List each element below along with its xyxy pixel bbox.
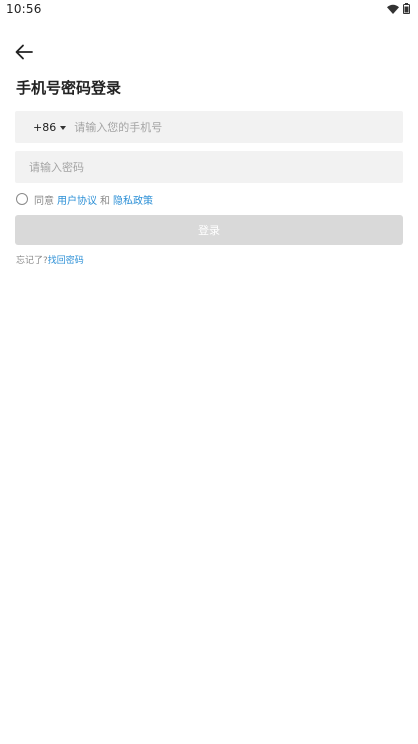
caret-down-icon — [60, 125, 67, 130]
password-field — [15, 151, 403, 183]
recover-password-link[interactable]: 找回密码 — [48, 256, 84, 266]
agreement-prefix: 同意 — [34, 195, 54, 207]
user-agreement-link[interactable]: 用户协议 — [57, 192, 97, 207]
forgot-password-row: 忘记了?找回密码 — [16, 253, 84, 266]
agreement-and: 和 — [100, 195, 110, 207]
password-input[interactable] — [29, 151, 403, 183]
forgot-prefix: 忘记了? — [16, 256, 48, 266]
back-button[interactable] — [12, 42, 36, 66]
agreement-checkbox[interactable] — [16, 193, 28, 205]
arrow-left-icon — [15, 44, 33, 64]
page-title: 手机号密码登录 — [16, 79, 122, 97]
status-time: 10:56 — [6, 2, 42, 16]
phone-field: +86 — [15, 111, 403, 143]
status-bar: 10:56 — [0, 0, 418, 20]
country-code-selector[interactable]: +86 — [33, 120, 67, 134]
country-code-label: +86 — [33, 120, 57, 134]
status-icons — [387, 3, 410, 14]
wifi-icon — [387, 4, 399, 14]
agreement-row: 同意 用户协议 和 隐私政策 — [16, 192, 153, 207]
privacy-policy-link[interactable]: 隐私政策 — [113, 192, 153, 207]
phone-input[interactable] — [74, 111, 403, 143]
login-button[interactable]: 登录 — [15, 215, 403, 245]
battery-icon — [403, 3, 410, 14]
